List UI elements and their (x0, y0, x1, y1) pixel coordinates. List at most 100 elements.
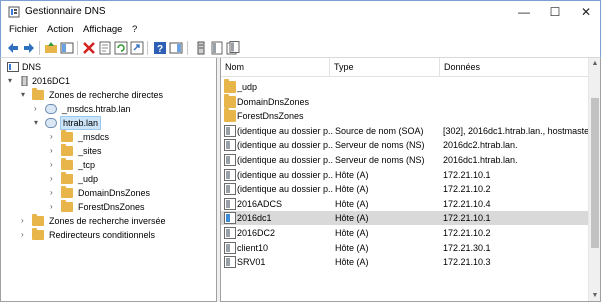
record-type: Hôte (A) (335, 184, 369, 195)
dns-record-icon (224, 124, 236, 137)
back-arrow-icon[interactable] (6, 41, 20, 55)
collapse-arrow-icon[interactable]: ▾ (34, 116, 43, 130)
expand-arrow-icon[interactable]: › (50, 158, 59, 172)
server-icon[interactable] (194, 41, 208, 55)
expand-arrow-icon[interactable]: › (50, 172, 59, 186)
record-data: 172.21.10.3 (443, 257, 491, 268)
list-row[interactable]: SRV01 Hôte (A) 172.21.10.3 (221, 255, 589, 269)
collapse-arrow-icon[interactable]: ▾ (8, 74, 17, 88)
record-data: 172.21.10.2 (443, 184, 491, 195)
show-hide-tree-icon[interactable] (60, 41, 74, 55)
collapse-arrow-icon[interactable]: ▾ (21, 88, 30, 102)
records-list: Nom Type Données _udp DomainDnsZones Fores… (220, 58, 601, 302)
properties-icon[interactable] (98, 41, 112, 55)
record-name: DomainDnsZones (237, 96, 310, 107)
expand-arrow-icon[interactable]: › (21, 214, 30, 228)
folder-icon (61, 158, 73, 170)
record-type: Hôte (A) (335, 213, 369, 224)
column-header-type[interactable]: Type (330, 58, 440, 76)
list-row[interactable]: (identique au dossier p... Source de nom … (221, 124, 589, 138)
dns-record-icon (224, 227, 236, 239)
record-data: 2016dc2.htrab.lan. (443, 140, 518, 151)
dns-record-icon (224, 212, 236, 225)
close-icon[interactable]: ✕ (569, 1, 601, 23)
help-icon[interactable]: ? (153, 41, 167, 55)
record-name: (identique au dossier p... (237, 184, 333, 195)
menu-view[interactable]: Affichage (83, 24, 122, 35)
column-header-data[interactable]: Données (440, 58, 590, 76)
export-list-icon[interactable] (130, 41, 144, 55)
folder-icon (61, 172, 73, 184)
record-icon[interactable] (210, 41, 224, 55)
title-bar: Gestionnaire DNS — ☐ ✕ (0, 0, 601, 22)
list-row[interactable]: 2016dc1 Hôte (A) 172.21.10.1 (221, 211, 589, 226)
forward-arrow-icon[interactable] (22, 41, 36, 55)
list-row[interactable]: (identique au dossier p... Hôte (A) 172.21… (221, 168, 589, 182)
record-type: Hôte (A) (335, 198, 369, 209)
scroll-down-icon[interactable]: ▼ (589, 290, 600, 301)
dns-record-icon (224, 168, 236, 181)
folder-icon (32, 214, 44, 226)
dns-record-icon (224, 241, 236, 254)
list-row[interactable]: 2016DC2 Hôte (A) 172.21.10.2 (221, 226, 589, 240)
record-data: 172.21.10.1 (443, 169, 491, 180)
list-row[interactable]: (identique au dossier p... Serveur de nom… (221, 153, 589, 167)
expand-arrow-icon[interactable]: › (50, 144, 59, 158)
record-type: Hôte (A) (335, 228, 369, 238)
window-title: Gestionnaire DNS (25, 6, 106, 17)
dns-record-icon (224, 154, 236, 166)
up-folder-icon[interactable] (44, 41, 58, 55)
list-row[interactable]: 2016ADCS Hôte (A) 172.21.10.4 (221, 197, 589, 211)
dns-record-icon (224, 183, 236, 196)
expand-arrow-icon[interactable]: › (50, 130, 59, 144)
menu-file[interactable]: Fichier (9, 24, 38, 35)
toolbar: ? (0, 38, 601, 58)
action-pane-icon[interactable] (169, 41, 183, 55)
record-data: 172.21.10.2 (443, 228, 491, 238)
expand-arrow-icon[interactable]: › (50, 200, 59, 214)
column-header-name[interactable]: Nom (221, 58, 330, 76)
list-row[interactable]: (identique au dossier p... Hôte (A) 172.21… (221, 182, 589, 196)
record-type: Serveur de noms (NS) (335, 155, 425, 165)
expand-arrow-icon[interactable]: › (21, 228, 30, 242)
record-name: client10 (237, 242, 269, 253)
folder-icon (61, 130, 73, 142)
record-name: (identique au dossier p... (237, 125, 333, 136)
expand-arrow-icon[interactable]: › (34, 102, 43, 116)
record-group-icon[interactable] (226, 41, 240, 55)
record-type: Serveur de noms (NS) (335, 140, 425, 151)
refresh-icon[interactable] (114, 41, 128, 55)
folder-icon (224, 79, 236, 93)
vertical-scrollbar[interactable]: ▲ ▼ (588, 58, 600, 301)
record-name: 2016dc1 (237, 213, 272, 224)
record-name: ForestDnsZones (237, 111, 304, 122)
scrollbar-thumb[interactable] (591, 98, 599, 248)
record-data: 2016dc1.htrab.lan. (443, 155, 518, 165)
list-row[interactable]: client10 Hôte (A) 172.21.30.1 (221, 241, 589, 255)
dns-root-icon (7, 62, 19, 72)
list-row[interactable]: DomainDnsZones (221, 93, 589, 109)
record-type: Hôte (A) (335, 169, 369, 180)
menu-help[interactable]: ? (132, 24, 137, 35)
list-row[interactable]: _udp (221, 79, 589, 94)
record-type: Hôte (A) (335, 257, 369, 268)
record-name: 2016DC2 (237, 228, 276, 238)
menu-action[interactable]: Action (47, 24, 73, 35)
record-name: (identique au dossier p... (237, 140, 333, 151)
record-data: 172.21.10.4 (443, 198, 491, 209)
folder-icon (32, 228, 44, 240)
list-row[interactable]: ForestDnsZones (221, 108, 589, 123)
zone-icon (45, 104, 57, 114)
list-row[interactable]: (identique au dossier p... Serveur de nom… (221, 138, 589, 152)
maximize-icon[interactable]: ☐ (538, 1, 572, 23)
folder-icon (224, 108, 236, 123)
minimize-icon[interactable]: — (507, 1, 541, 23)
expand-arrow-icon[interactable]: › (50, 186, 59, 200)
record-name: (identique au dossier p... (237, 169, 333, 180)
menu-bar: Fichier Action Affichage ? (0, 22, 601, 38)
scroll-up-icon[interactable]: ▲ (589, 58, 600, 70)
folder-icon (32, 88, 44, 100)
zone-icon (45, 118, 57, 128)
delete-icon[interactable] (82, 41, 96, 55)
folder-icon (224, 93, 236, 108)
